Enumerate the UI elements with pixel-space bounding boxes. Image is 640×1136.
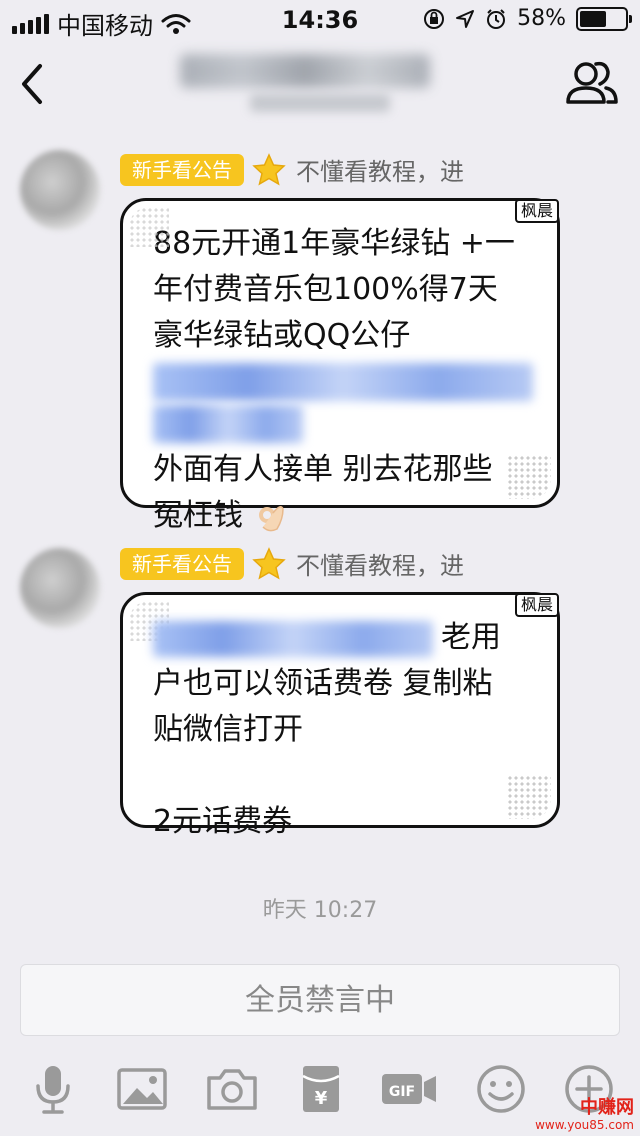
avatar[interactable] xyxy=(20,150,100,230)
watermark-url: www.you85.com xyxy=(535,1118,634,1132)
nav-bar xyxy=(0,40,640,128)
message-line-with-link: 老用 xyxy=(153,615,529,661)
group-subtitle-redacted xyxy=(250,94,390,112)
redacted-link[interactable] xyxy=(153,363,533,401)
star-icon xyxy=(252,546,286,580)
ok-hand-emoji-icon xyxy=(258,505,284,531)
member-title-badge: 新手看公告 xyxy=(120,153,244,186)
message-bubble[interactable]: 枫晨 老用 户也可以领话费卷 复制粘 贴微信打开 2元话费券 xyxy=(120,592,560,839)
site-watermark: 中赚网 www.you85.com xyxy=(535,1097,634,1133)
sender-nickname: 不懂看教程，进 xyxy=(296,158,464,186)
orientation-lock-icon xyxy=(424,8,445,29)
bubble-theme-tag: 枫晨 xyxy=(514,593,559,617)
svg-text:¥: ¥ xyxy=(315,1088,328,1109)
alarm-icon xyxy=(487,8,506,29)
emoji-icon[interactable] xyxy=(474,1062,528,1116)
message-line-with-emoji: 冤枉钱 xyxy=(153,493,529,539)
microphone-icon[interactable] xyxy=(26,1062,80,1116)
sender-row: 新手看公告 不懂看教程，进 xyxy=(120,546,464,581)
chevron-left-icon[interactable] xyxy=(14,60,50,108)
message-bubble[interactable]: 枫晨 88元开通1年豪华绿钻 +一 年付费音乐包100%得7天 豪华绿钻或QQ公… xyxy=(120,198,560,533)
message-line: 外面有人接单 别去花那些 xyxy=(153,452,493,487)
battery-icon xyxy=(576,6,632,31)
message-line: 豪华绿钻或QQ公仔 xyxy=(153,318,411,353)
message-line: 2元话费券 xyxy=(153,804,293,839)
redacted-link[interactable] xyxy=(153,620,433,657)
message-line: 户也可以领话费卷 复制粘 xyxy=(153,666,493,701)
image-icon[interactable] xyxy=(115,1062,169,1116)
muted-banner: 全员禁言中 xyxy=(20,964,620,1036)
sender-nickname: 不懂看教程，进 xyxy=(296,552,464,580)
member-title-badge: 新手看公告 xyxy=(120,547,244,580)
group-title-redacted xyxy=(180,54,430,88)
battery-fill xyxy=(580,10,606,27)
bubble-decoration xyxy=(129,207,169,247)
redacted-link[interactable] xyxy=(153,405,303,443)
group-members-icon[interactable] xyxy=(564,58,620,110)
bubble-decoration xyxy=(507,775,551,819)
status-right: 58% xyxy=(423,6,632,31)
message-line: 88元开通1年豪华绿钻 +一 xyxy=(153,226,515,261)
message-timestamp: 昨天 10:27 xyxy=(262,898,378,923)
message-line: 贴微信打开 xyxy=(153,712,303,747)
camera-icon[interactable] xyxy=(205,1062,259,1116)
bubble-theme-tag: 枫晨 xyxy=(514,199,559,223)
avatar[interactable] xyxy=(20,548,100,628)
sender-row: 新手看公告 不懂看教程，进 xyxy=(120,152,464,187)
message-line: 冤枉钱 xyxy=(153,498,243,533)
message-text: 老用 xyxy=(441,620,501,655)
location-icon xyxy=(456,9,475,28)
battery-percent: 58% xyxy=(517,6,566,31)
watermark-name: 中赚网 xyxy=(580,1097,634,1118)
red-packet-icon[interactable]: ¥ xyxy=(294,1062,348,1116)
svg-text:GIF: GIF xyxy=(389,1084,415,1100)
bubble-decoration xyxy=(507,455,551,499)
star-icon xyxy=(252,152,286,186)
gif-icon[interactable]: GIF xyxy=(380,1062,438,1116)
message-line: 年付费音乐包100%得7天 xyxy=(153,272,498,307)
status-bar: 中国移动 14:36 58% xyxy=(0,0,640,40)
